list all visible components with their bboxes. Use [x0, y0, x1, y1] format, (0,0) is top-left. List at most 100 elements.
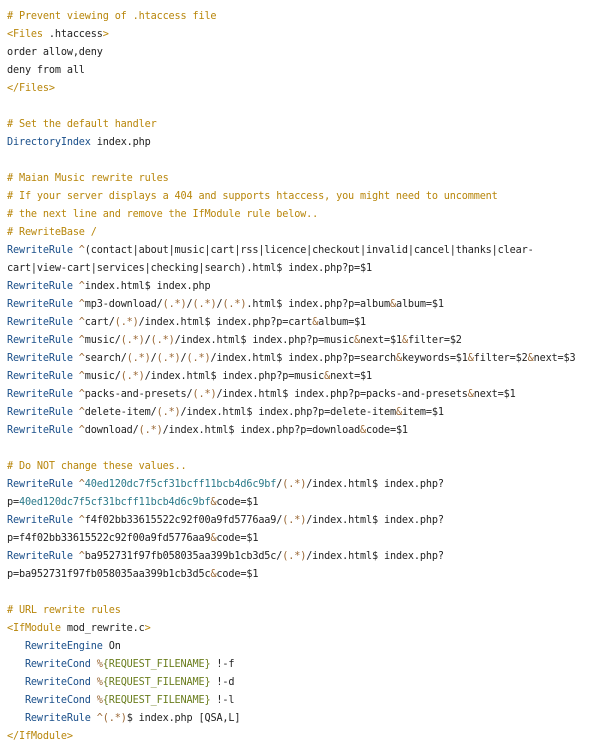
- code-token: (.*): [222, 299, 247, 310]
- code-line: RewriteRule ^cart/(.*)/index.html$ index…: [7, 314, 596, 332]
- code-token: ^: [72, 353, 85, 364]
- code-token: deny from all: [7, 65, 85, 76]
- code-token: code=$1: [366, 425, 408, 436]
- code-token: %: [90, 659, 103, 670]
- code-token: !-d: [210, 677, 235, 688]
- code-token: mod_rewrite.c: [60, 623, 145, 634]
- code-line: RewriteRule ^packs-and-presets/(.*)/inde…: [7, 386, 596, 404]
- code-token: !-l: [210, 695, 235, 706]
- code-token: ^: [72, 425, 85, 436]
- code-token: ^: [72, 551, 85, 562]
- code-token: # URL rewrite rules: [7, 605, 121, 616]
- code-token: (.*): [120, 371, 145, 382]
- code-line: RewriteRule ^index.html$ index.php: [7, 278, 596, 296]
- code-line: RewriteCond %{REQUEST_FILENAME} !-l: [7, 692, 596, 710]
- code-token: ^: [72, 407, 85, 418]
- code-token: filter=$2: [407, 335, 462, 346]
- code-token: RewriteRule: [7, 515, 73, 526]
- code-token: (.*): [282, 515, 307, 526]
- code-line: # Set the default handler: [7, 116, 596, 134]
- code-line: RewriteRule ^download/(.*)/index.html$ i…: [7, 422, 596, 440]
- code-line: RewriteRule ^(contact|about|music|cart|r…: [7, 242, 596, 260]
- code-token: ^: [72, 479, 85, 490]
- code-token: (contact|about|music|cart|rss|licence|ch…: [84, 245, 534, 256]
- code-token: DirectoryIndex: [7, 137, 91, 148]
- code-line: RewriteCond %{REQUEST_FILENAME} !-d: [7, 674, 596, 692]
- code-token: ^: [72, 299, 85, 310]
- code-token: /index.html$ index.php?: [306, 479, 444, 490]
- code-token: (.*): [102, 713, 127, 724]
- code-token: cart/: [84, 317, 115, 328]
- code-token: ^: [72, 281, 85, 292]
- code-token: next=$1: [473, 389, 516, 400]
- code-token: ^: [72, 371, 85, 382]
- code-line: RewriteRule ^ba952731f97fb058035aa399b1c…: [7, 548, 596, 566]
- code-token: /index.html$ index.php?p=download: [162, 425, 361, 436]
- code-token: cart|view-cart|services|checking|search)…: [7, 263, 372, 274]
- code-line: RewriteRule ^music/(.*)/(.*)/index.html$…: [7, 332, 596, 350]
- code-token: (.*): [156, 407, 181, 418]
- code-token: .htaccess: [42, 29, 103, 40]
- code-token: RewriteRule: [7, 299, 73, 310]
- code-line: </Files>: [7, 80, 596, 98]
- code-line: # the next line and remove the IfModule …: [7, 206, 596, 224]
- code-token: # the next line and remove the IfModule …: [7, 209, 319, 220]
- code-token: 40ed120dc7f5cf31bcff11bcb4d6c9bf: [84, 479, 277, 490]
- code-line: # URL rewrite rules: [7, 602, 596, 620]
- code-line: <Files .htaccess>: [7, 26, 596, 44]
- code-token: delete-item/: [84, 407, 157, 418]
- code-token: # Prevent viewing of .htaccess file: [7, 11, 217, 22]
- code-token: album=$1: [318, 317, 367, 328]
- code-token: p=ba952731f97fb058035aa399b1cb3d5c: [7, 569, 211, 580]
- code-token: /index.html$ index.php?p=cart: [138, 317, 313, 328]
- code-token: %: [90, 695, 103, 706]
- code-token: (.*): [114, 317, 139, 328]
- code-line: RewriteRule ^mp3-download/(.*)/(.*)/(.*)…: [7, 296, 596, 314]
- code-token: >: [144, 623, 151, 634]
- code-line: order allow,deny: [7, 44, 596, 62]
- code-token: (.*): [192, 389, 217, 400]
- code-token: index.html$ index.php: [84, 281, 211, 292]
- code-token: RewriteEngine: [7, 641, 103, 652]
- code-line: DirectoryIndex index.php: [7, 134, 596, 152]
- code-token: <Files: [7, 29, 43, 40]
- code-token: /index.html$ index.php?p=packs-and-prese…: [216, 389, 468, 400]
- code-token: </IfModule>: [7, 731, 73, 742]
- code-token: # Do NOT change these values..: [7, 461, 187, 472]
- code-token: music/: [84, 371, 121, 382]
- code-token: ^: [72, 515, 85, 526]
- code-token: RewriteRule: [7, 713, 91, 724]
- code-token: >: [102, 29, 109, 40]
- code-token: RewriteRule: [7, 425, 73, 436]
- code-token: RewriteCond: [7, 695, 91, 706]
- code-token: 40ed120dc7f5cf31bcff11bcb4d6c9bf: [18, 497, 211, 508]
- code-line: RewriteRule ^(.*)$ index.php [QSA,L]: [7, 710, 596, 728]
- code-token: RewriteCond: [7, 677, 91, 688]
- code-token: index.php: [90, 137, 151, 148]
- code-token: ba952731f97fb058035aa399b1cb3d5c/: [84, 551, 283, 562]
- code-token: /index.html$ index.php?p=music: [174, 335, 355, 346]
- code-token: </Files>: [7, 83, 55, 94]
- code-token: RewriteRule: [7, 245, 73, 256]
- code-token: /index.html$ index.php?p=search: [210, 353, 396, 364]
- code-token: keywords=$1: [401, 353, 468, 364]
- code-token: /index.html$ index.php?: [306, 515, 444, 526]
- code-line: # If your server displays a 404 and supp…: [7, 188, 596, 206]
- code-token: (.*): [120, 335, 145, 346]
- code-token: {REQUEST_FILENAME}: [102, 677, 211, 688]
- code-token: /index.html$ index.php?: [306, 551, 444, 562]
- code-token: RewriteRule: [7, 407, 73, 418]
- code-line: p=f4f02bb33615522c92f00a9fd5776aa9&code=…: [7, 530, 596, 548]
- code-token: $ index.php [QSA,L]: [126, 713, 241, 724]
- code-line: # Prevent viewing of .htaccess file: [7, 8, 596, 26]
- code-line: cart|view-cart|services|checking|search)…: [7, 260, 596, 278]
- code-token: search/: [84, 353, 127, 364]
- code-token: (.*): [150, 335, 175, 346]
- code-token: packs-and-presets/: [84, 389, 193, 400]
- code-line: # Do NOT change these values..: [7, 458, 596, 476]
- code-token: /index.html$ index.php?p=delete-item: [180, 407, 397, 418]
- code-token: <IfModule: [7, 623, 61, 634]
- code-token: p=f4f02bb33615522c92f00a9fd5776aa9: [7, 533, 211, 544]
- code-token: .html$ index.php?p=album: [246, 299, 390, 310]
